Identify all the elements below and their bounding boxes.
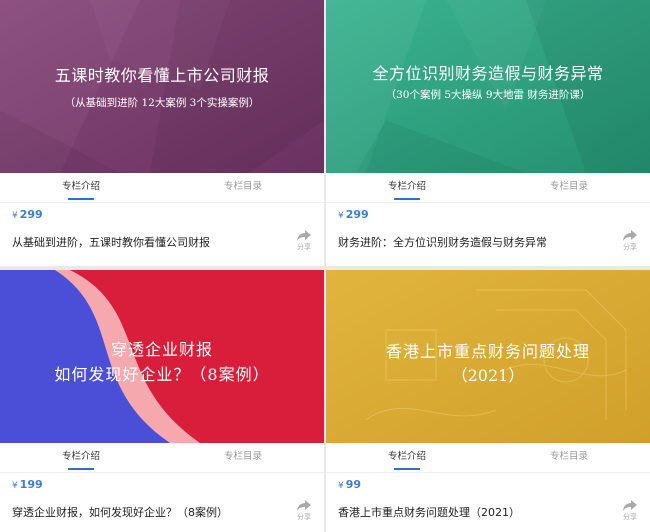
currency-symbol: ¥ <box>338 481 344 491</box>
tab-catalog-label: 专栏目录 <box>549 451 588 462</box>
course-title[interactable]: 财务进阶：全方位识别财务造假与财务异常 <box>338 234 547 250</box>
banner-subtitle: （30个案例 5大操纵 9大地雷 财务进阶课） <box>385 89 591 101</box>
share-icon <box>623 500 637 511</box>
tab-intro[interactable]: 专栏介绍 <box>0 173 162 202</box>
share-icon <box>623 230 637 241</box>
course-banner-3[interactable]: 穿透企业财报 如何发现好企业？（8案例） <box>0 270 324 443</box>
course-card-2[interactable]: 全方位识别财务造假与财务异常 （30个案例 5大操纵 9大地雷 财务进阶课） 专… <box>326 0 650 266</box>
banner-title: 五课时教你看懂上市公司财报 <box>54 66 270 85</box>
tab-intro-label: 专栏介绍 <box>61 181 100 192</box>
tab-intro-label: 专栏介绍 <box>387 451 426 462</box>
price-value: 99 <box>345 478 362 491</box>
course-card-4[interactable]: 香港上市重点财务问题处理 （2021） 专栏介绍 专栏目录 ¥99 香港上市重点… <box>326 270 650 532</box>
price-value: 199 <box>19 478 43 491</box>
share-label: 分享 <box>297 243 311 251</box>
share-button[interactable]: 分享 <box>620 230 640 252</box>
course-card-3[interactable]: 穿透企业财报 如何发现好企业？（8案例） 专栏介绍 专栏目录 ¥199 穿透企业… <box>0 270 324 532</box>
course-tabs: 专栏介绍 专栏目录 <box>326 443 650 473</box>
tab-catalog-label: 专栏目录 <box>223 451 262 462</box>
course-price: ¥299 <box>338 208 369 221</box>
course-price: ¥199 <box>12 478 43 491</box>
share-icon <box>297 500 311 511</box>
banner-subtitle: （2021） <box>451 366 525 385</box>
share-label: 分享 <box>297 513 311 521</box>
active-tab-underline <box>394 468 420 470</box>
tab-intro[interactable]: 专栏介绍 <box>326 173 488 202</box>
tab-catalog-label: 专栏目录 <box>549 181 588 192</box>
tab-catalog[interactable]: 专栏目录 <box>162 173 324 202</box>
tab-intro-label: 专栏介绍 <box>61 451 100 462</box>
tab-intro[interactable]: 专栏介绍 <box>326 443 488 472</box>
tab-catalog[interactable]: 专栏目录 <box>488 443 650 472</box>
course-title[interactable]: 从基础到进阶，五课时教你看懂公司财报 <box>12 234 210 250</box>
course-price: ¥299 <box>12 208 43 221</box>
active-tab-underline <box>68 468 94 470</box>
banner-title: 全方位识别财务造假与财务异常 <box>372 64 604 83</box>
course-banner-2[interactable]: 全方位识别财务造假与财务异常 （30个案例 5大操纵 9大地雷 财务进阶课） <box>326 0 650 173</box>
course-banner-4[interactable]: 香港上市重点财务问题处理 （2021） <box>326 270 650 443</box>
share-label: 分享 <box>623 243 637 251</box>
banner-background <box>0 0 324 173</box>
currency-symbol: ¥ <box>12 481 18 491</box>
course-title[interactable]: 穿透企业财报，如何发现好企业？（8案例） <box>12 504 228 520</box>
banner-subtitle: （从基础到进阶 12大案例 3个实操案例） <box>64 97 260 109</box>
tab-intro[interactable]: 专栏介绍 <box>0 443 162 472</box>
tab-intro-label: 专栏介绍 <box>387 181 426 192</box>
share-button[interactable]: 分享 <box>294 230 314 252</box>
currency-symbol: ¥ <box>338 211 344 221</box>
banner-title: 香港上市重点财务问题处理 <box>385 342 590 361</box>
course-banner-1[interactable]: 五课时教你看懂上市公司财报 （从基础到进阶 12大案例 3个实操案例） <box>0 0 324 173</box>
tab-catalog-label: 专栏目录 <box>223 181 262 192</box>
course-tabs: 专栏介绍 专栏目录 <box>0 443 324 473</box>
currency-symbol: ¥ <box>12 211 18 221</box>
course-price: ¥99 <box>338 478 361 491</box>
course-title[interactable]: 香港上市重点财务问题处理（2021） <box>338 504 520 520</box>
tab-catalog[interactable]: 专栏目录 <box>162 443 324 472</box>
course-tabs: 专栏介绍 专栏目录 <box>326 173 650 203</box>
share-label: 分享 <box>623 513 637 521</box>
course-card-1[interactable]: 五课时教你看懂上市公司财报 （从基础到进阶 12大案例 3个实操案例） 专栏介绍… <box>0 0 324 266</box>
banner-title: 穿透企业财报 <box>110 340 213 359</box>
share-button[interactable]: 分享 <box>620 500 640 522</box>
active-tab-underline <box>68 198 94 200</box>
banner-subtitle: 如何发现好企业？（8案例） <box>54 365 270 384</box>
price-value: 299 <box>19 208 43 221</box>
share-icon <box>297 230 311 241</box>
tab-catalog[interactable]: 专栏目录 <box>488 173 650 202</box>
active-tab-underline <box>394 198 420 200</box>
share-button[interactable]: 分享 <box>294 500 314 522</box>
course-tabs: 专栏介绍 专栏目录 <box>0 173 324 203</box>
price-value: 299 <box>345 208 369 221</box>
